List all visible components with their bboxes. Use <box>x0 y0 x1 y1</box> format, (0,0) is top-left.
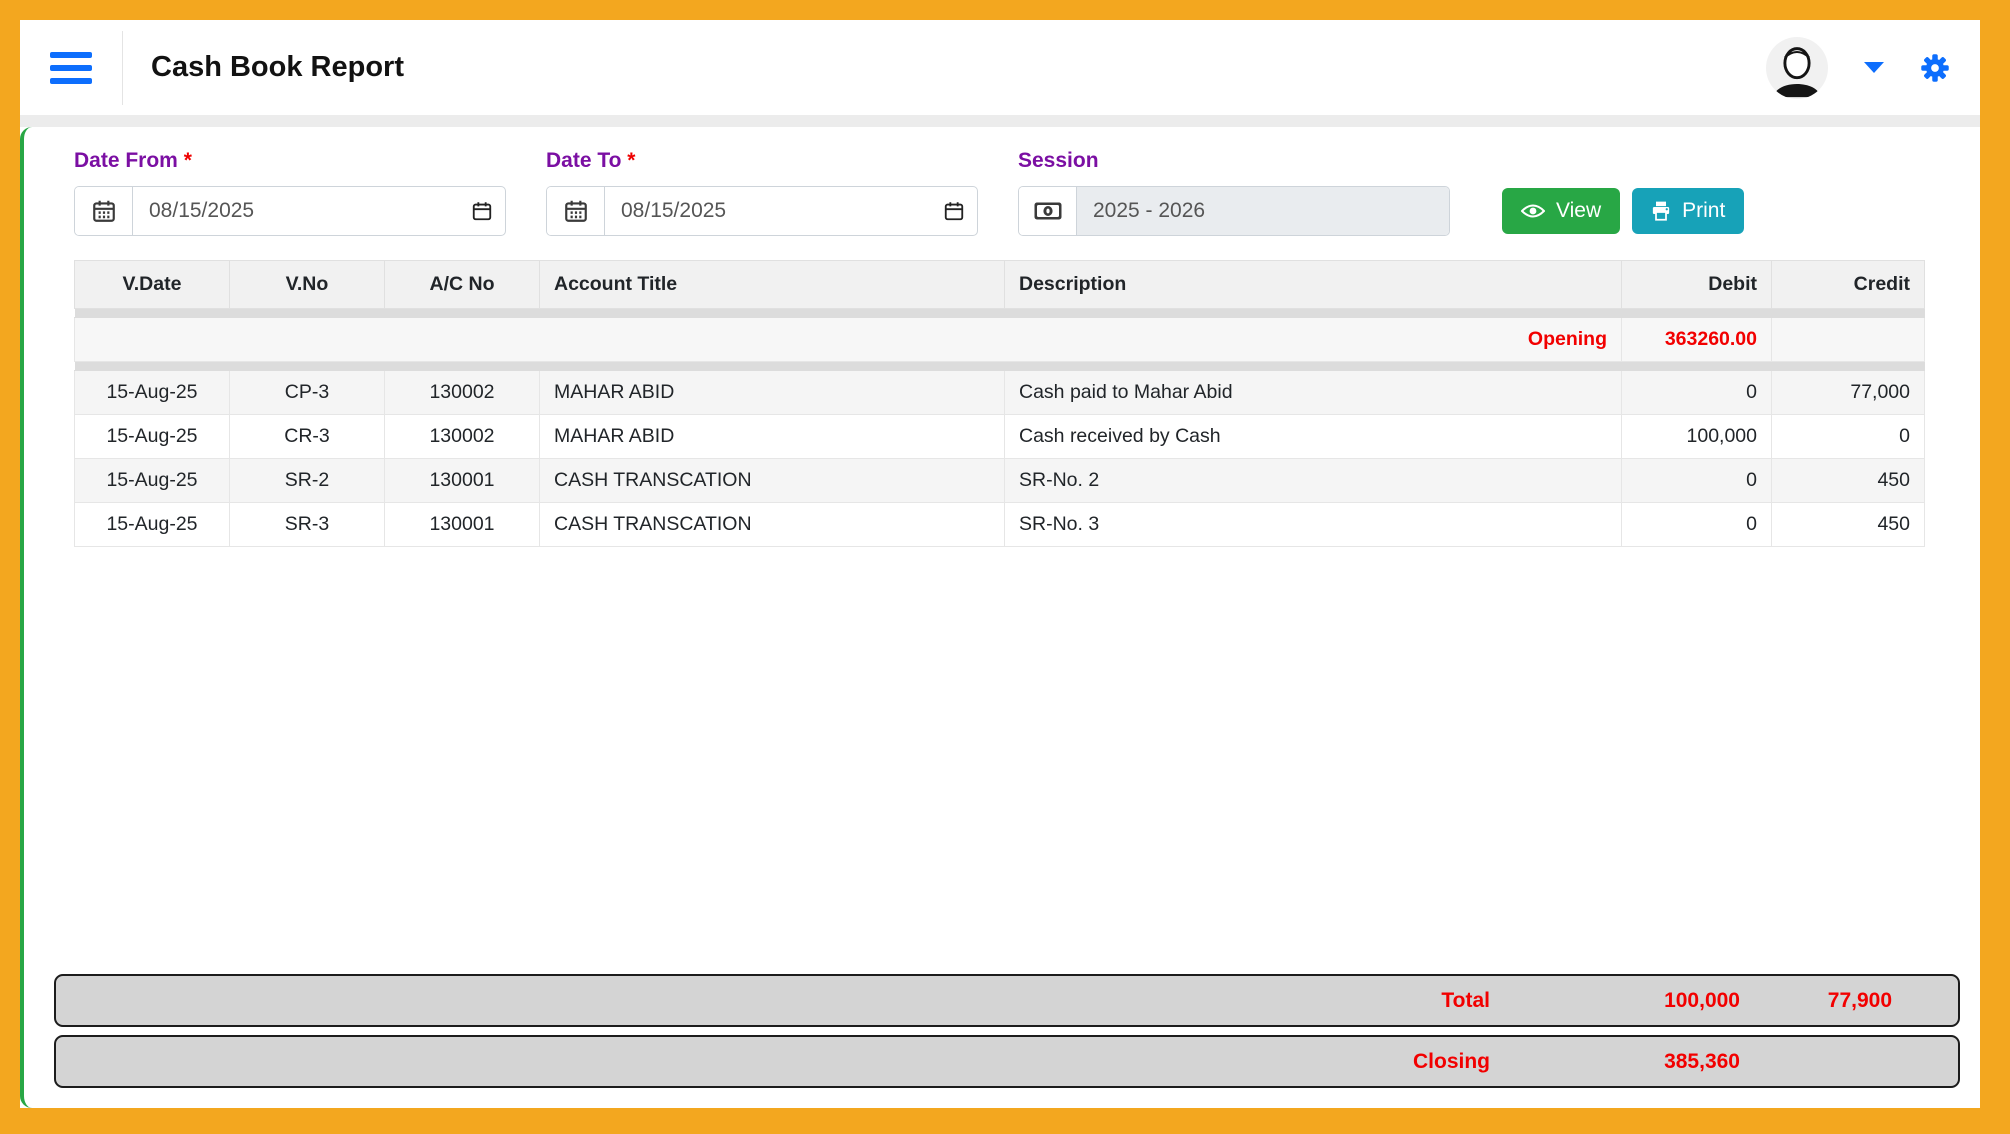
app-header: Cash Book Report <box>20 20 1980 115</box>
session-label: Session <box>1018 149 1450 173</box>
date-to-field: Date To * <box>546 149 978 236</box>
chevron-down-icon[interactable] <box>1864 62 1884 73</box>
content-spacer <box>74 547 1925 974</box>
gear-icon <box>1920 53 1950 83</box>
separator-band <box>75 362 1925 371</box>
printer-icon <box>1651 201 1671 221</box>
col-credit: Credit <box>1772 261 1925 309</box>
settings-button[interactable] <box>1920 53 1950 83</box>
opening-row: Opening 363260.00 <box>75 318 1925 362</box>
separator-band <box>75 309 1925 318</box>
table-row: 15-Aug-25 SR-2 130001 CASH TRANSCATION S… <box>75 459 1925 503</box>
required-mark: * <box>627 149 635 172</box>
table-header-row: V.Date V.No A/C No Account Title Descrip… <box>75 261 1925 309</box>
date-from-field: Date From * <box>74 149 506 236</box>
table-row: 15-Aug-25 CP-3 130002 MAHAR ABID Cash pa… <box>75 371 1925 415</box>
table-row: 15-Aug-25 SR-3 130001 CASH TRANSCATION S… <box>75 503 1925 547</box>
page-title: Cash Book Report <box>151 51 404 84</box>
date-from-input[interactable] <box>133 199 505 223</box>
total-credit: 77,900 <box>1740 989 1892 1013</box>
closing-debit: 385,360 <box>1490 1050 1740 1074</box>
col-desc: Description <box>1005 261 1622 309</box>
col-debit: Debit <box>1622 261 1772 309</box>
opening-credit <box>1772 318 1925 362</box>
opening-debit: 363260.00 <box>1622 318 1772 362</box>
filter-bar: Date From * <box>74 149 1925 236</box>
date-to-label: Date To * <box>546 149 978 173</box>
total-debit: 100,000 <box>1490 989 1740 1013</box>
money-bill-icon <box>1019 187 1077 235</box>
view-button[interactable]: View <box>1502 188 1620 234</box>
view-button-label: View <box>1556 199 1601 223</box>
table-row: 15-Aug-25 CR-3 130002 MAHAR ABID Cash re… <box>75 415 1925 459</box>
report-card: Date From * <box>20 127 1980 1108</box>
app-window: Cash Book Report <box>20 20 1980 1108</box>
col-acno: A/C No <box>385 261 540 309</box>
menu-button[interactable] <box>46 46 96 90</box>
hamburger-icon <box>50 52 92 58</box>
print-button-label: Print <box>1682 199 1725 223</box>
avatar-person-icon <box>1766 37 1828 99</box>
cashbook-table: V.Date V.No A/C No Account Title Descrip… <box>74 260 1925 547</box>
eye-icon <box>1521 202 1545 220</box>
user-avatar[interactable] <box>1766 37 1828 99</box>
calendar-icon <box>547 187 605 235</box>
header-divider <box>122 31 123 105</box>
required-mark: * <box>184 149 192 172</box>
col-vno: V.No <box>230 261 385 309</box>
closing-label: Closing <box>1270 1050 1490 1074</box>
date-from-label: Date From * <box>74 149 506 173</box>
col-vdate: V.Date <box>75 261 230 309</box>
calendar-icon <box>75 187 133 235</box>
print-button[interactable]: Print <box>1632 188 1744 234</box>
total-bar: Total 100,000 77,900 <box>54 974 1960 1027</box>
total-label: Total <box>1270 989 1490 1013</box>
filter-actions: View Print <box>1502 188 1744 236</box>
header-right-group <box>1766 37 1950 99</box>
date-to-input[interactable] <box>605 199 977 223</box>
closing-bar: Closing 385,360 <box>54 1035 1960 1088</box>
opening-label: Opening <box>75 318 1622 362</box>
col-title: Account Title <box>540 261 1005 309</box>
session-field: Session <box>1018 149 1450 236</box>
header-separator <box>20 115 1980 127</box>
session-input[interactable] <box>1077 199 1449 223</box>
